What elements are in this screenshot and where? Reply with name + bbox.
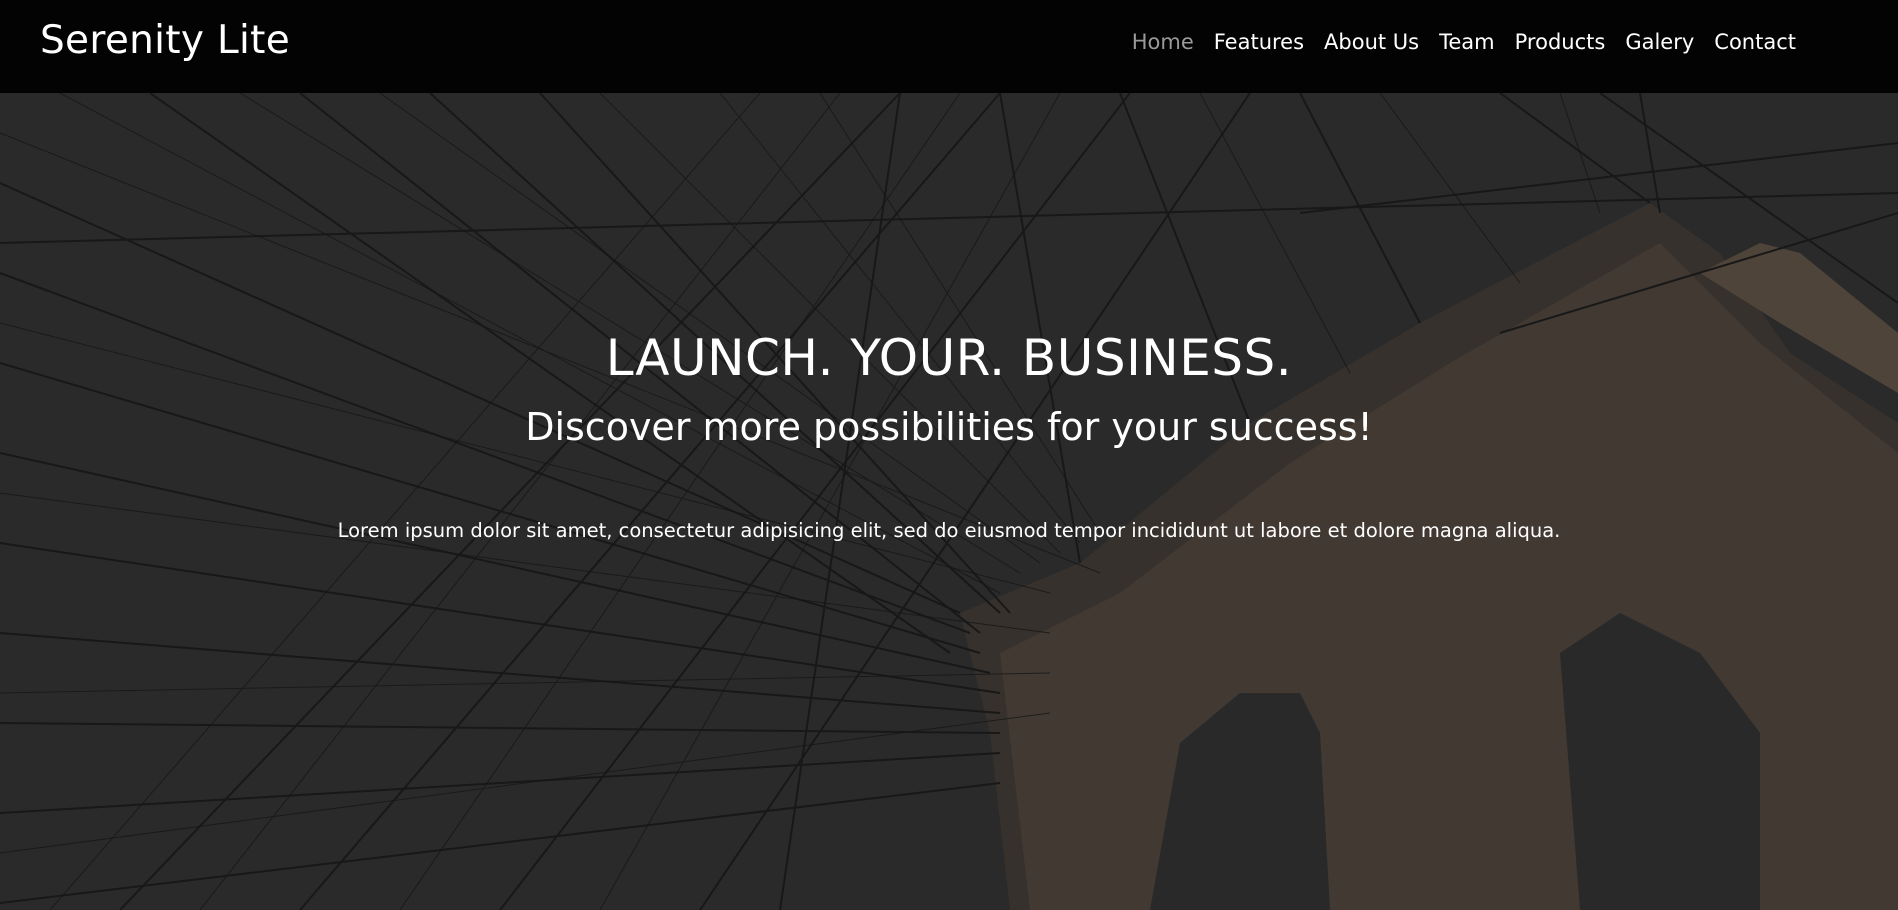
nav-item-contact[interactable]: Contact xyxy=(1704,28,1806,56)
nav-item-features[interactable]: Features xyxy=(1204,28,1314,56)
hero-content: LAUNCH. YOUR. BUSINESS. Discover more po… xyxy=(0,93,1898,910)
navbar: Serenity Lite Home Features About Us Tea… xyxy=(0,0,1898,93)
nav-item-about-us[interactable]: About Us xyxy=(1314,28,1429,56)
nav-item-products[interactable]: Products xyxy=(1505,28,1616,56)
brand-logo[interactable]: Serenity Lite xyxy=(40,18,290,63)
hero-text: Lorem ipsum dolor sit amet, consectetur … xyxy=(337,519,1561,542)
main-nav: Home Features About Us Team Products Gal… xyxy=(1122,28,1806,56)
nav-item-home[interactable]: Home xyxy=(1122,28,1204,56)
hero-title: LAUNCH. YOUR. BUSINESS. xyxy=(605,329,1293,387)
nav-item-team[interactable]: Team xyxy=(1429,28,1505,56)
nav-item-galery[interactable]: Galery xyxy=(1615,28,1704,56)
hero-section: LAUNCH. YOUR. BUSINESS. Discover more po… xyxy=(0,93,1898,910)
hero-subtitle: Discover more possibilities for your suc… xyxy=(525,405,1373,449)
